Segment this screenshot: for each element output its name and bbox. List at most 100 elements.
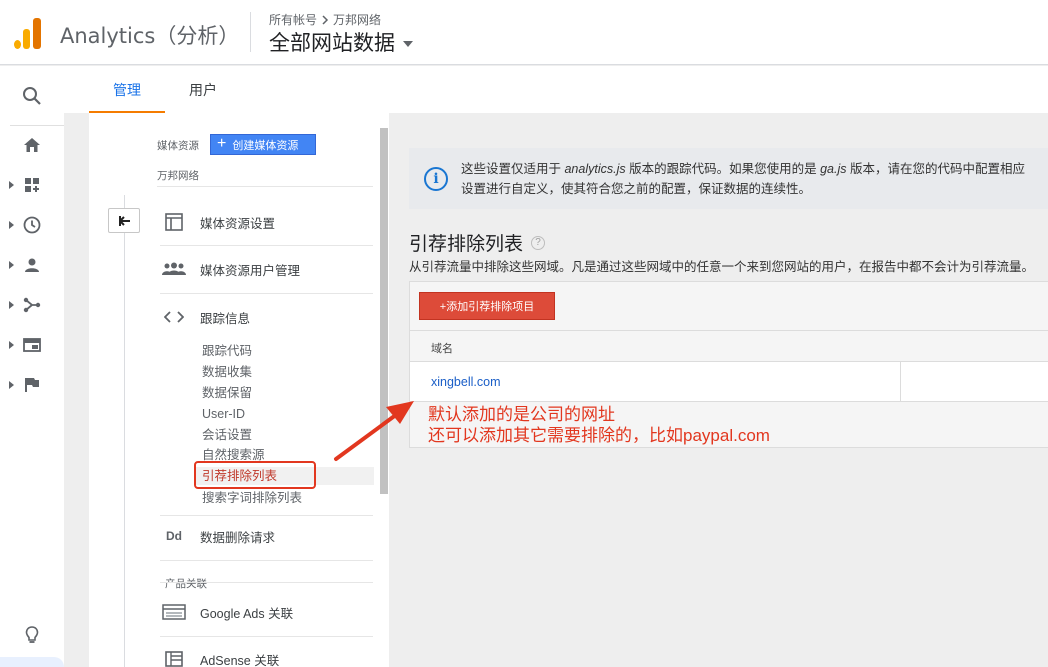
expand-arrow-icon (9, 221, 14, 229)
sub-item-search-term-exclusion[interactable]: 搜索字词排除列表 (202, 489, 302, 507)
nav-tracking-info[interactable]: 跟踪信息 (162, 306, 250, 328)
acquisition-icon (23, 297, 41, 313)
expand-arrow-icon (9, 261, 14, 269)
table-row: xingbell.com (410, 362, 1048, 402)
customization-button[interactable] (0, 167, 64, 203)
divider (160, 636, 373, 637)
panel-scrollbar[interactable] (380, 128, 388, 494)
sub-item-data-collection[interactable]: 数据收集 (202, 363, 252, 381)
create-property-button[interactable]: + 创建媒体资源 (210, 134, 316, 155)
breadcrumb[interactable]: 所有帐号 万邦网络 (269, 11, 381, 28)
divider (160, 245, 373, 246)
info-text-analytics-js: analytics.js (564, 162, 626, 176)
sub-item-session-settings[interactable]: 会话设置 (202, 426, 252, 444)
info-text-ga-js: ga.js (820, 162, 847, 176)
add-referral-exclusion-button[interactable]: +添加引荐排除项目 (419, 292, 555, 320)
tab-users[interactable]: 用户 (165, 66, 241, 113)
left-rail (0, 66, 64, 667)
sub-item-user-id[interactable]: User-ID (202, 405, 245, 423)
title-divider (250, 12, 251, 52)
expand-arrow-icon (9, 341, 14, 349)
data-deletion-icon: Dd (166, 529, 182, 543)
admin-tabs: 管理 用户 (64, 66, 1048, 113)
nav-property-user-management[interactable]: 媒体资源用户管理 (162, 258, 300, 280)
breadcrumb-property[interactable]: 万邦网络 (333, 11, 381, 28)
page-description: 从引荐流量中排除这些网域。凡是通过这些网域中的任意一个来到您网站的用户，在报告中… (409, 260, 1035, 274)
property-section-label: 媒体资源 (157, 140, 199, 152)
page-title: 引荐排除列表 (409, 234, 524, 255)
nav-property-settings-label: 媒体资源设置 (200, 216, 276, 231)
info-icon: i (424, 167, 448, 191)
behavior-icon (23, 338, 41, 352)
info-text-part: 版本的跟踪代码。如果您使用的是 (625, 162, 821, 176)
customization-icon (25, 178, 39, 192)
view-selector[interactable]: 全部网站数据 (269, 27, 413, 57)
nav-tracking-info-label: 跟踪信息 (200, 311, 251, 326)
lightbulb-icon[interactable] (22, 625, 42, 650)
property-settings-icon (162, 213, 186, 231)
annotation-line-2: 还可以添加其它需要排除的，比如paypal.com (428, 426, 770, 445)
annotation-text: 默认添加的是公司的网址 还可以添加其它需要排除的，比如paypal.com (428, 404, 770, 446)
back-button[interactable] (108, 208, 140, 233)
search-button[interactable] (0, 78, 64, 114)
back-arrow-icon (119, 215, 130, 226)
code-icon (162, 310, 186, 324)
info-banner: i 这些设置仅适用于 analytics.js 版本的跟踪代码。如果您使用的是 … (409, 148, 1048, 209)
property-name: 万邦网络 (157, 170, 199, 182)
nav-google-ads-label: Google Ads 关联 (200, 606, 294, 621)
panel-guide-line (124, 195, 125, 667)
divider (157, 186, 373, 187)
annotation-highlight-box (194, 461, 316, 489)
analytics-logo-icon[interactable] (14, 17, 42, 49)
audience-button[interactable] (0, 247, 64, 283)
nav-property-user-management-label: 媒体资源用户管理 (200, 263, 301, 278)
sub-item-tracking-code[interactable]: 跟踪代码 (202, 342, 252, 360)
top-bar: Analytics（分析） 所有帐号 万邦网络 全部网站数据 (0, 0, 1048, 65)
domain-link[interactable]: xingbell.com (431, 375, 500, 389)
info-text: 这些设置仅适用于 analytics.js 版本的跟踪代码。如果您使用的是 ga… (461, 159, 1048, 199)
nav-google-ads-linking[interactable]: Google Ads 关联 (162, 601, 293, 623)
google-ads-icon (162, 604, 186, 620)
help-icon[interactable]: ? (531, 235, 546, 250)
search-icon (23, 87, 41, 105)
divider (160, 515, 373, 516)
info-text-part: 这些设置仅适用于 (461, 162, 565, 176)
acquisition-button[interactable] (0, 287, 64, 323)
home-button[interactable] (0, 127, 64, 163)
sub-item-data-retention[interactable]: 数据保留 (202, 384, 252, 402)
expand-arrow-icon (9, 381, 14, 389)
info-text-part: 版本，请在您的代码中配置相应 (846, 162, 1025, 176)
create-property-label: 创建媒体资源 (232, 139, 299, 152)
nav-property-settings[interactable]: 媒体资源设置 (162, 211, 275, 233)
app-title: Analytics（分析） (60, 24, 240, 48)
view-name: 全部网站数据 (269, 32, 395, 55)
rail-bottom-highlight (0, 657, 64, 667)
home-icon (24, 138, 40, 152)
breadcrumb-account[interactable]: 所有帐号 (269, 11, 317, 28)
behavior-button[interactable] (0, 327, 64, 363)
nav-adsense-label: AdSense 关联 (200, 653, 280, 667)
annotation-line-1: 默认添加的是公司的网址 (428, 405, 615, 424)
column-header-domain[interactable]: 域名 (431, 340, 453, 356)
tab-admin[interactable]: 管理 (89, 66, 165, 113)
conversions-button[interactable] (0, 367, 64, 403)
rail-divider (10, 125, 64, 126)
plus-icon: + (217, 134, 227, 152)
nav-data-deletion-requests[interactable]: Dd 数据删除请求 (162, 525, 275, 547)
divider (160, 582, 373, 583)
info-text-line2: 设置进行自定义，使其符合您之前的配置，保证数据的连续性。 (461, 182, 812, 196)
caret-down-icon (403, 41, 413, 47)
expand-arrow-icon (9, 301, 14, 309)
realtime-button[interactable] (0, 207, 64, 243)
audience-icon (25, 258, 39, 272)
chevron-right-icon (322, 14, 329, 25)
cell-divider (900, 362, 901, 402)
users-icon (162, 262, 186, 276)
divider (160, 293, 373, 294)
product-links-label: 产品关联 (165, 578, 207, 590)
expand-arrow-icon (9, 181, 14, 189)
divider (160, 560, 373, 561)
nav-adsense-linking[interactable]: AdSense 关联 (162, 648, 279, 667)
nav-data-deletion-label: 数据删除请求 (200, 530, 276, 545)
realtime-icon (23, 216, 41, 234)
